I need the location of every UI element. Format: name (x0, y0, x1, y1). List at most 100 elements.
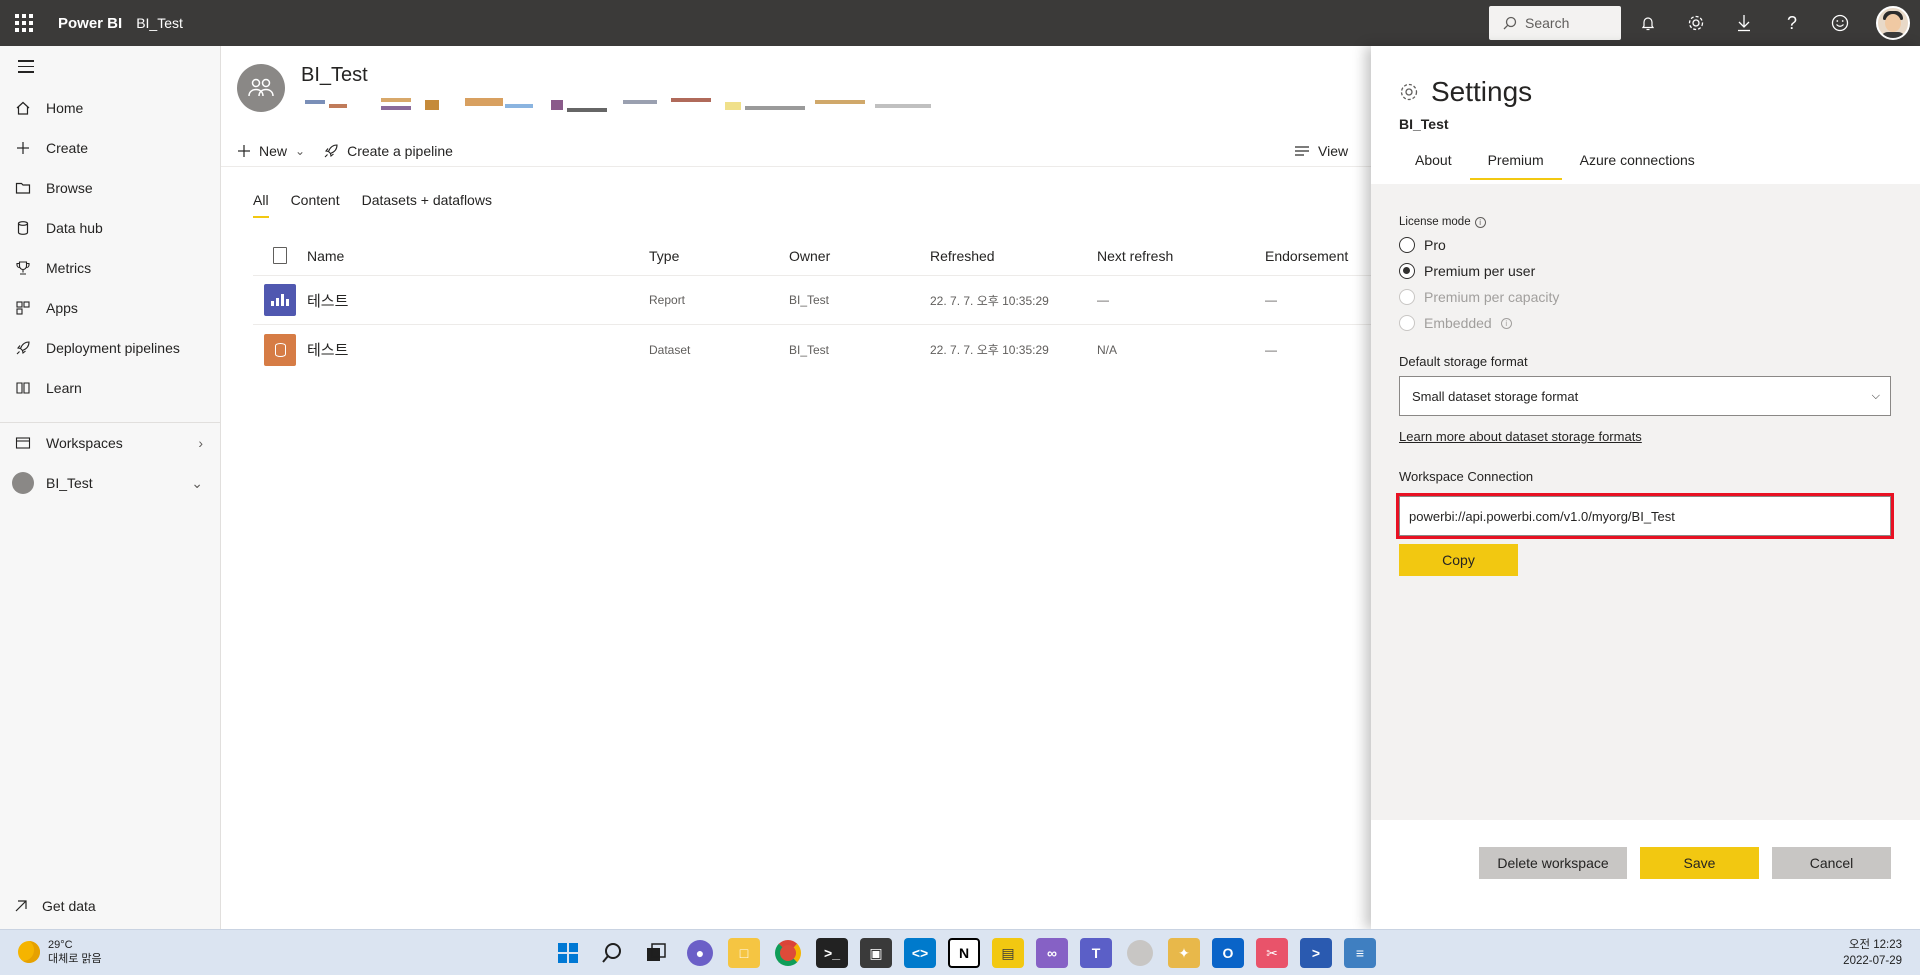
item-name[interactable]: 테스트 (307, 290, 649, 311)
get-data-button[interactable]: Get data (14, 898, 96, 914)
radio-pro[interactable]: Pro (1399, 237, 1446, 253)
clock-date: 2022-07-29 (1843, 955, 1902, 967)
powershell-icon[interactable]: > (1300, 938, 1332, 968)
chrome-icon[interactable] (775, 940, 801, 966)
table-row[interactable]: 테스트 Dataset BI_Test 22. 7. 7. 오후 10:35:2… (253, 325, 1371, 374)
outlook-icon[interactable]: O (1212, 938, 1244, 968)
settings-title: Settings (1399, 76, 1532, 108)
table-header: Name Type Owner Refreshed Next refresh E… (253, 236, 1371, 276)
radio-circle-icon (1399, 289, 1415, 305)
notion-icon[interactable]: N (948, 938, 980, 968)
chat-icon[interactable]: ● (687, 940, 713, 966)
settings-header: Settings BI_Test About Premium Azure con… (1371, 46, 1920, 184)
new-button[interactable]: New ⌄ (237, 143, 305, 159)
weather-widget[interactable]: 29°C 대체로 맑음 (18, 938, 102, 966)
visual-studio-icon[interactable]: ∞ (1036, 938, 1068, 968)
vscode-icon[interactable]: <> (904, 938, 936, 968)
settings-tabs: About Premium Azure connections (1397, 144, 1713, 180)
folder-icon (0, 180, 46, 196)
create-pipeline-button[interactable]: Create a pipeline (323, 143, 453, 159)
delete-workspace-button[interactable]: Delete workspace (1479, 847, 1627, 879)
search-icon[interactable] (596, 938, 628, 968)
item-next-refresh: N/A (1097, 342, 1118, 357)
search-box[interactable]: Search (1489, 6, 1621, 40)
app-launcher-button[interactable] (0, 0, 48, 46)
teams-icon[interactable]: T (1080, 938, 1112, 968)
chevron-down-icon: ⌵ (1871, 390, 1880, 402)
notepad-icon[interactable]: ≡ (1344, 938, 1376, 968)
brand-label[interactable]: Power BI (58, 15, 122, 32)
windows-start-icon[interactable] (552, 938, 584, 968)
nav-item-home[interactable]: Home (0, 88, 221, 128)
col-header-type[interactable]: Type (649, 248, 789, 264)
settings-title-text: Settings (1431, 76, 1533, 107)
view-button[interactable]: View (1294, 136, 1348, 166)
radio-premium-per-capacity: Premium per capacity (1399, 289, 1559, 305)
table-row[interactable]: 테스트 Report BI_Test 22. 7. 7. 오후 10:35:29… (253, 276, 1371, 325)
tool-icon[interactable]: ✦ (1168, 938, 1200, 968)
nav-label-home: Home (46, 100, 84, 116)
nav-item-deployment-pipelines[interactable]: Deployment pipelines (0, 328, 221, 368)
nav-item-learn[interactable]: Learn (0, 368, 221, 408)
copy-button[interactable]: Copy (1399, 544, 1518, 576)
clock-app-icon[interactable] (1127, 940, 1153, 966)
console-icon[interactable]: ▣ (860, 938, 892, 968)
nav-item-metrics[interactable]: Metrics (0, 248, 221, 288)
dataset-icon (264, 333, 296, 366)
col-header-refreshed[interactable]: Refreshed (930, 248, 1097, 264)
tab-premium[interactable]: Premium (1469, 144, 1562, 180)
weather-description: 대체로 맑음 (48, 953, 102, 965)
tab-all[interactable]: All (253, 192, 269, 218)
nav-item-data-hub[interactable]: Data hub (0, 208, 221, 248)
download-button[interactable] (1729, 8, 1759, 38)
help-button[interactable]: ? (1777, 8, 1807, 38)
windows-taskbar: 29°C 대체로 맑음 ● □ >_ ▣ <> N ▤ ∞ T ✦ O ✂ > … (0, 929, 1920, 975)
radio-label-pro: Pro (1424, 237, 1446, 253)
col-header-endorsement[interactable]: Endorsement (1265, 248, 1365, 264)
nav-item-workspaces[interactable]: Workspaces › (0, 423, 221, 463)
system-clock[interactable]: 오전 12:23 2022-07-29 (1843, 937, 1902, 969)
workspace-connection-label: Workspace Connection (1399, 469, 1534, 484)
settings-panel: Settings BI_Test About Premium Azure con… (1371, 46, 1920, 929)
workspace-connection-field[interactable]: powerbi://api.powerbi.com/v1.0/myorg/BI_… (1396, 493, 1894, 539)
col-header-name[interactable]: Name (307, 248, 649, 264)
search-icon (1503, 16, 1517, 30)
nav-item-current-workspace[interactable]: BI_Test ⌄ (0, 463, 221, 503)
nav-label-current-workspace: BI_Test (46, 475, 93, 491)
task-view-icon[interactable] (640, 938, 672, 968)
user-avatar[interactable] (1876, 6, 1910, 40)
snipping-tool-icon[interactable]: ✂ (1256, 938, 1288, 968)
workspace-toolbar: New ⌄ Create a pipeline (237, 136, 453, 166)
nav-item-browse[interactable]: Browse (0, 168, 221, 208)
info-icon[interactable]: i (1474, 217, 1486, 228)
feedback-button[interactable] (1825, 8, 1855, 38)
item-endorsement: — (1265, 293, 1277, 307)
cancel-button[interactable]: Cancel (1772, 847, 1891, 879)
nav-item-apps[interactable]: Apps (0, 288, 221, 328)
item-refreshed: 22. 7. 7. 오후 10:35:29 (930, 343, 1049, 357)
hamburger-menu-icon[interactable] (18, 60, 34, 77)
radio-premium-per-user[interactable]: Premium per user (1399, 263, 1535, 279)
tab-datasets-dataflows[interactable]: Datasets + dataflows (362, 192, 492, 218)
info-icon[interactable]: i (1500, 317, 1512, 329)
storage-format-dropdown[interactable]: Small dataset storage format ⌵ (1399, 376, 1891, 416)
save-button[interactable]: Save (1640, 847, 1759, 879)
file-explorer-icon[interactable]: □ (728, 938, 760, 968)
terminal-icon[interactable]: >_ (816, 938, 848, 968)
clock-time: 오전 12:23 (1848, 939, 1902, 951)
notifications-button[interactable] (1633, 8, 1663, 38)
col-header-next-refresh[interactable]: Next refresh (1097, 248, 1265, 264)
col-header-owner[interactable]: Owner (789, 248, 930, 264)
learn-more-link[interactable]: Learn more about dataset storage formats (1399, 429, 1642, 444)
tab-about[interactable]: About (1397, 144, 1470, 180)
radio-circle-icon (1399, 237, 1415, 253)
powerbi-icon[interactable]: ▤ (992, 938, 1024, 968)
nav-item-create[interactable]: Create (0, 128, 221, 168)
nav-label-metrics: Metrics (46, 260, 92, 276)
tab-content[interactable]: Content (291, 192, 340, 218)
settings-button[interactable] (1681, 8, 1711, 38)
nav-label-create: Create (46, 140, 89, 156)
item-name[interactable]: 테스트 (307, 339, 649, 360)
breadcrumb[interactable]: BI_Test (136, 15, 183, 31)
tab-azure-connections[interactable]: Azure connections (1562, 144, 1713, 180)
